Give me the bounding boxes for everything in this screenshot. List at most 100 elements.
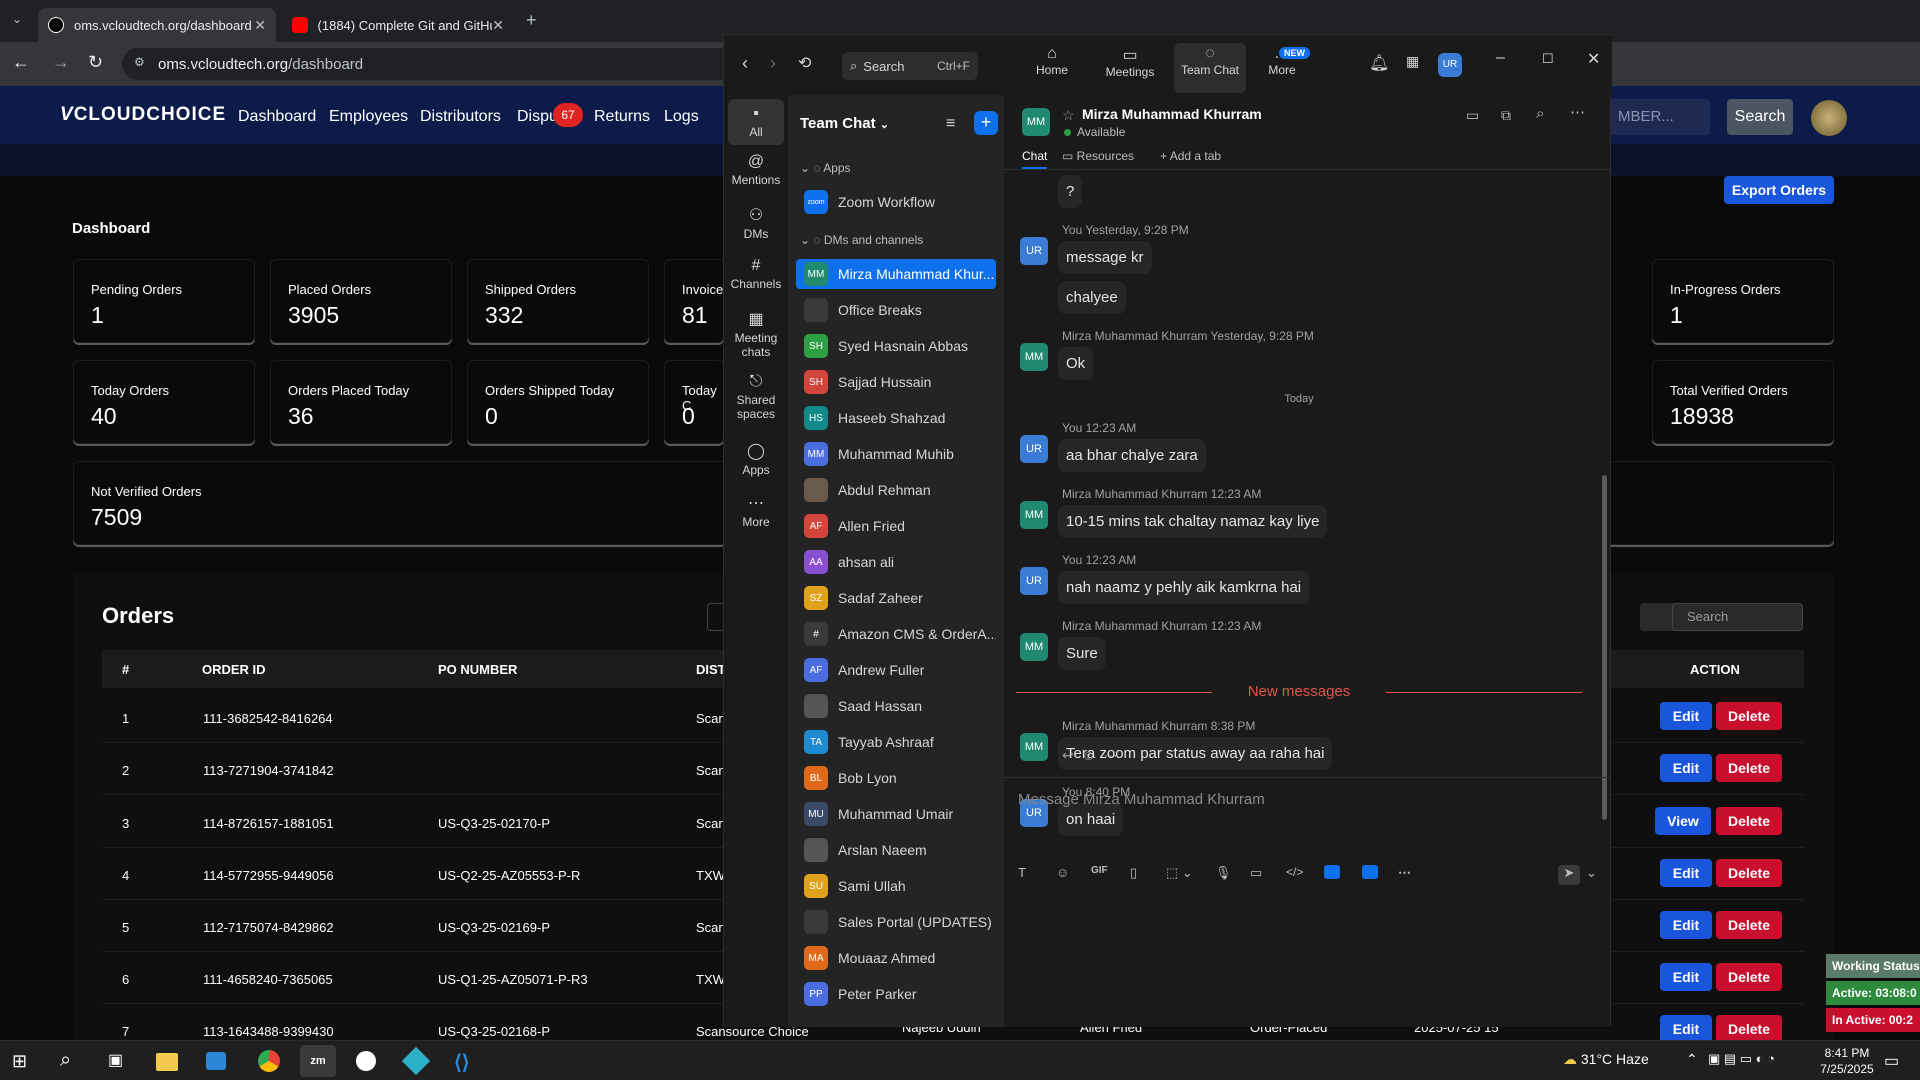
new-tab-icon[interactable]: + [526, 10, 537, 31]
channel-item[interactable]: HS Haseeb Shahzad [796, 403, 996, 433]
message-bubble[interactable]: chalyee [1058, 281, 1126, 314]
message-bubble[interactable]: aa bhar chalye zara [1058, 439, 1206, 472]
channel-item[interactable]: Abdul Rehman [796, 475, 996, 505]
nav-dashboard[interactable]: Dashboard [238, 108, 316, 126]
channel-item[interactable]: MM Mirza Muhammad Khur... [796, 259, 996, 289]
zoom-nav-team-chat[interactable]: ◌ Team Chat [1174, 43, 1246, 93]
tray-icons[interactable]: ▣ ▤ ▭ ◐ ◔ [1708, 1051, 1775, 1067]
list-title[interactable]: Team Chat ⌄ [800, 115, 889, 132]
rail-all[interactable]: ▪ All [728, 99, 784, 145]
channel-item[interactable]: SZ Sadaf Zaheer [796, 583, 996, 613]
close-window-icon[interactable]: ✕ [1587, 49, 1600, 69]
tab-chat[interactable]: Chat [1022, 149, 1048, 169]
rail-more[interactable]: ⋯ More [728, 493, 784, 529]
send-icon[interactable]: ➤ [1558, 865, 1580, 885]
file-explorer-icon[interactable] [156, 1053, 178, 1071]
message-bubble[interactable]: ? [1058, 175, 1083, 208]
video-call-icon[interactable]: ▭ [1466, 107, 1479, 124]
star-icon[interactable]: ☆ [1062, 107, 1075, 124]
maximize-icon[interactable]: ☐ [1542, 51, 1554, 67]
message-composer-input[interactable]: Message Mirza Muhammad Khurram [1018, 791, 1578, 808]
message-bubble[interactable]: 10-15 mins tak chaltay namaz kay liye [1058, 505, 1328, 538]
channel-item[interactable]: MU Muhammad Umair [796, 799, 996, 829]
screenshot-icon[interactable]: ⬚ ⌄ [1166, 865, 1193, 881]
zoom-forward-icon[interactable]: › [770, 53, 776, 74]
channel-item[interactable]: Arslan Naeem [796, 835, 996, 865]
notifications-icon[interactable]: ▭ [1884, 1051, 1899, 1071]
task-view-icon[interactable]: ▣ [108, 1050, 123, 1070]
nav-logs[interactable]: Logs [664, 108, 699, 126]
reply-icon[interactable]: ↩ [1062, 747, 1074, 763]
section-dms-channels[interactable]: ⌄ ◌ DMs and channels [800, 233, 923, 247]
channel-item[interactable]: AF Allen Fried [796, 511, 996, 541]
emoji-icon[interactable]: ☺ [1056, 865, 1069, 880]
filter-icon[interactable]: ≡ [946, 115, 955, 133]
microphone-icon[interactable]: 🎙︎ [1215, 865, 1232, 881]
app-a-icon[interactable] [1324, 865, 1340, 879]
code-icon[interactable]: </> [1286, 865, 1303, 879]
rail-apps[interactable]: ◯ Apps [728, 441, 784, 477]
gif-button[interactable]: GIF [1091, 865, 1108, 876]
clock[interactable]: 8:41 PM 7/25/2025 [1812, 1045, 1882, 1077]
app-b-icon[interactable] [1362, 865, 1378, 879]
notifications-bell-icon[interactable]: 🔔︎ [1369, 53, 1389, 73]
channel-item[interactable]: MM Muhammad Muhib [796, 439, 996, 469]
emoji-react-icon[interactable]: ☺ [1082, 747, 1096, 763]
tab-resources[interactable]: ▭ Resources [1062, 149, 1134, 163]
channel-item[interactable]: SH Sajjad Hussain [796, 367, 996, 397]
message-bubble[interactable]: Ok [1058, 347, 1094, 380]
file-icon[interactable]: ▯ [1130, 865, 1137, 881]
zoom-search-box[interactable]: ⌕ Search Ctrl+F [842, 52, 978, 80]
start-windows-icon[interactable]: ⊞ [12, 1051, 27, 1072]
channel-item[interactable]: # Amazon CMS & OrderA... [796, 619, 996, 649]
edit-button[interactable]: Edit [1660, 963, 1712, 991]
tab-add[interactable]: + Add a tab [1160, 149, 1221, 163]
channel-item[interactable]: AA ahsan ali [796, 547, 996, 577]
store-icon[interactable] [206, 1052, 226, 1070]
app-icon-teal[interactable] [401, 1046, 431, 1076]
weather-widget[interactable]: ☁ 31°C Haze [1563, 1051, 1649, 1068]
avatar[interactable] [1811, 100, 1847, 136]
user-avatar[interactable]: UR [1438, 53, 1462, 77]
nav-employees[interactable]: Employees [329, 108, 408, 126]
site-info-icon[interactable]: ⚙ [134, 55, 145, 69]
nav-disputes[interactable]: Dispu [517, 108, 558, 126]
edit-button[interactable]: Edit [1660, 859, 1712, 887]
close-tab-icon[interactable]: ✕ [254, 17, 266, 34]
edit-button[interactable]: Edit [1660, 702, 1712, 730]
channel-item[interactable]: MA Mouaaz Ahmed [796, 943, 996, 973]
delete-button[interactable]: Delete [1716, 911, 1782, 939]
chat-title[interactable]: Mirza Muhammad Khurram [1082, 106, 1262, 122]
search-icon[interactable]: ⌕ [60, 1049, 71, 1072]
send-options-icon[interactable]: ⌄ [1586, 865, 1597, 881]
header-search-button[interactable]: Search [1727, 99, 1793, 135]
delete-button[interactable]: Delete [1716, 1015, 1782, 1043]
zoom-app-icon[interactable]: zm [300, 1045, 336, 1077]
tray-chevron-icon[interactable]: ⌃ [1686, 1051, 1698, 1068]
rail-mentions[interactable]: @ Mentions [728, 153, 784, 187]
back-icon[interactable]: ← [12, 52, 30, 73]
forward-icon[interactable]: → [52, 52, 70, 73]
delete-button[interactable]: Delete [1716, 963, 1782, 991]
rail-channels[interactable]: # Channels [728, 257, 784, 291]
rail-meeting-chats[interactable]: ▦ Meeting chats [728, 309, 784, 359]
channel-item[interactable]: SU Sami Ullah [796, 871, 996, 901]
minimize-icon[interactable]: – [1496, 49, 1505, 67]
app-icon-white[interactable] [356, 1051, 376, 1071]
app-zoom-workflow[interactable]: zoom Zoom Workflow [796, 187, 996, 217]
zoom-nav-home[interactable]: ⌂ Home [1024, 45, 1080, 77]
header-search-input[interactable]: MBER... [1610, 99, 1710, 135]
calendar-icon[interactable]: ▦ [1406, 53, 1419, 70]
tab-dashboard[interactable]: oms.vcloudtech.org/dashboard ✕ [38, 8, 276, 42]
channel-item[interactable]: Office Breaks [796, 295, 996, 325]
edit-button[interactable]: Edit [1660, 1015, 1712, 1043]
zoom-back-icon[interactable]: ‹ [742, 53, 748, 74]
delete-button[interactable]: Delete [1716, 702, 1782, 730]
channel-item[interactable]: AF Andrew Fuller [796, 655, 996, 685]
tab-list-chevron-icon[interactable]: ⌄ [12, 12, 22, 26]
close-tab-icon[interactable]: ✕ [492, 17, 504, 34]
history-icon[interactable]: ⟲ [798, 53, 811, 73]
message-bubble[interactable]: Sure [1058, 637, 1106, 670]
compose-plus-button[interactable]: + [974, 111, 998, 135]
edit-button[interactable]: Edit [1660, 754, 1712, 782]
